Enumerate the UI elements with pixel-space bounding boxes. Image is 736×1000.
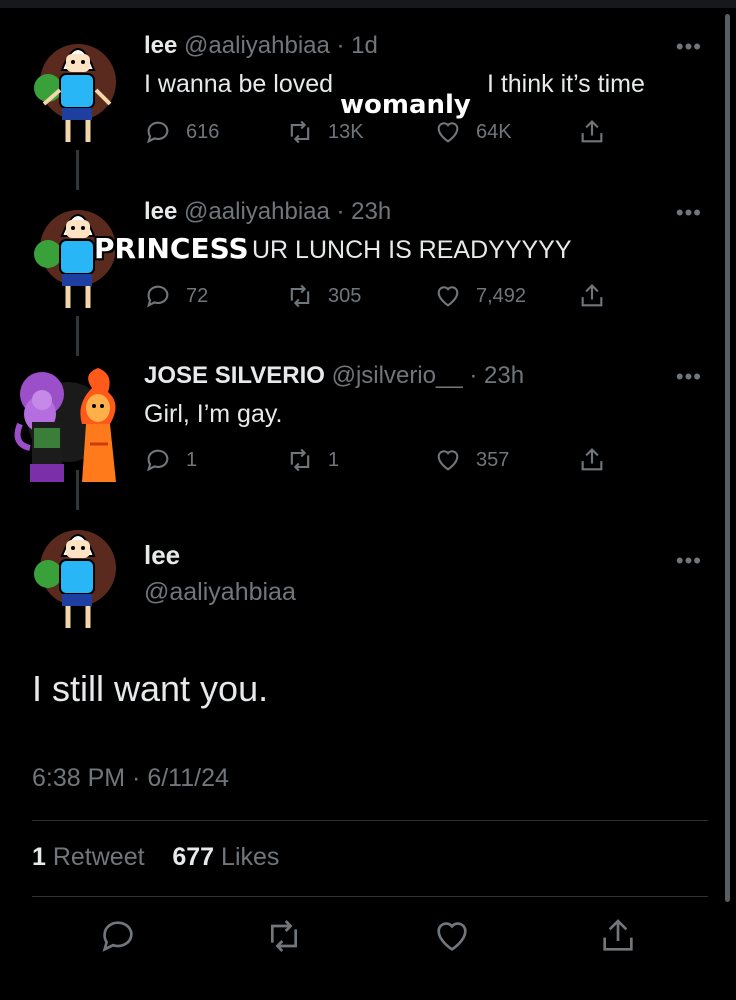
reply-icon (147, 285, 169, 308)
more-icon[interactable]: ••• (676, 364, 702, 390)
tweet-header: lee @aaliyahbiaa · 1d (144, 32, 378, 60)
reply-button[interactable]: 72 (144, 282, 208, 310)
tweet-text-after: I think it’s time (486, 70, 645, 98)
like-button[interactable]: 357 (434, 446, 509, 474)
like-button[interactable] (432, 916, 472, 956)
handle[interactable]: @aaliyahbiaa (144, 578, 296, 607)
handle[interactable]: @jsilverio__ · 23h (332, 362, 524, 389)
share-icon (581, 120, 603, 143)
tweet-actions: 72 305 7,492 (144, 282, 624, 316)
reply-button[interactable] (98, 916, 138, 956)
tweet-text: Girl, I’m gay. (144, 400, 283, 428)
top-edge (0, 0, 736, 8)
reply-icon (147, 449, 169, 472)
like-label: Likes (214, 843, 280, 871)
divider (32, 820, 708, 821)
display-name[interactable]: lee (144, 32, 177, 59)
more-icon[interactable]: ••• (676, 200, 702, 226)
reply-icon (102, 921, 133, 952)
like-count: 7,492 (476, 284, 527, 307)
share-icon (603, 919, 633, 951)
heart-icon (437, 122, 459, 143)
reply-button[interactable]: 1 (144, 446, 197, 474)
tweet-header: lee @aaliyahbiaa · 23h (144, 198, 391, 226)
share-icon (581, 448, 603, 471)
display-name[interactable]: lee (144, 198, 177, 225)
like-count: 64K (476, 120, 512, 143)
handle[interactable]: @aaliyahbiaa · 1d (184, 32, 378, 59)
retweet-count: 305 (328, 284, 362, 307)
more-icon[interactable]: ••• (676, 548, 702, 574)
likes-link[interactable]: 677 Likes (172, 843, 279, 871)
timestamp[interactable]: 6:38 PM · 6/11/24 (32, 764, 229, 793)
avatar[interactable] (10, 364, 124, 482)
share-button[interactable] (578, 446, 606, 474)
retweet-total: 1 (32, 843, 46, 871)
thread-line (76, 150, 79, 190)
tweet-text: UR LUNCH IS READYYYYY (252, 236, 572, 264)
display-name[interactable]: JOSE SILVERIO (144, 362, 325, 389)
heart-icon (437, 286, 459, 307)
share-button[interactable] (578, 118, 606, 146)
main-tweet-text: I still want you. (32, 668, 269, 709)
reply-count: 1 (186, 448, 198, 471)
reply-count: 72 (186, 284, 209, 307)
tweet-header: JOSE SILVERIO @jsilverio__ · 23h (144, 362, 524, 390)
retweets-link[interactable]: 1 Retweet (32, 843, 145, 871)
tweet-actions: 1 1 357 (144, 446, 624, 480)
tweet-text: I wanna be loved womanly I think it’s ti… (144, 70, 645, 120)
avatar[interactable] (32, 30, 124, 152)
retweet-label: Retweet (45, 843, 145, 871)
divider (32, 896, 708, 897)
avatar[interactable] (32, 516, 124, 638)
retweet-icon (290, 120, 310, 144)
retweet-icon (290, 448, 310, 472)
retweet-button[interactable]: 1 (286, 446, 339, 474)
reply-icon (147, 121, 169, 144)
retweet-button[interactable]: 305 (286, 282, 361, 310)
retweet-count: 1 (328, 448, 340, 471)
princess-avatar-icon (14, 368, 116, 482)
share-button[interactable] (578, 282, 606, 310)
reply-button[interactable]: 616 (144, 118, 219, 146)
overlay-word: womanly (339, 90, 471, 120)
handle[interactable]: @aaliyahbiaa · 23h (184, 198, 391, 225)
share-icon (581, 284, 603, 307)
retweet-button[interactable]: 13K (286, 118, 364, 146)
overlay-word: PRINCESS (94, 232, 249, 265)
like-button[interactable]: 64K (434, 118, 512, 146)
tweet-text-before: I wanna be loved (144, 70, 340, 98)
like-count: 357 (476, 448, 510, 471)
display-name[interactable]: lee (144, 540, 180, 571)
heart-icon (437, 922, 467, 951)
more-icon[interactable]: ••• (676, 34, 702, 60)
retweet-count: 13K (328, 120, 364, 143)
engagement-stats: 1 Retweet 677 Likes (32, 843, 279, 872)
tweet-actions: 616 13K 64K (144, 118, 624, 152)
finn-avatar-icon (34, 516, 116, 632)
retweet-button[interactable] (264, 916, 304, 956)
heart-icon (437, 450, 459, 471)
retweet-icon (271, 920, 297, 952)
share-button[interactable] (598, 916, 638, 956)
reply-count: 616 (186, 120, 220, 143)
retweet-icon (290, 284, 310, 308)
scrollbar[interactable] (725, 14, 730, 902)
finn-avatar-icon (34, 30, 116, 146)
thread-line (76, 316, 79, 356)
like-total: 677 (172, 843, 215, 871)
main-tweet-actions (0, 916, 736, 960)
like-button[interactable]: 7,492 (434, 282, 526, 310)
